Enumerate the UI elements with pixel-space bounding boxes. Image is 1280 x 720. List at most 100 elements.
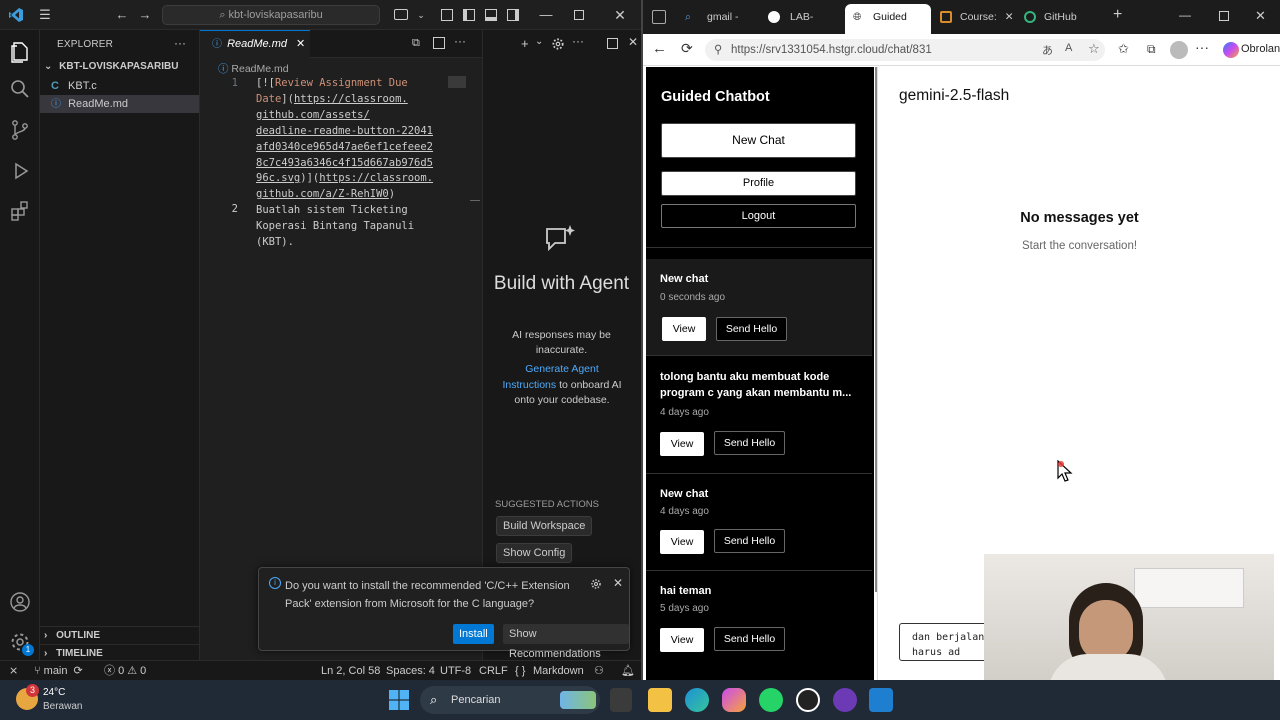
close-panel-icon[interactable]: ✕ [628, 35, 638, 49]
taskbar-search[interactable]: ⌕ Pencarian [420, 686, 600, 714]
favorite-star-icon[interactable]: ☆ [1088, 41, 1100, 57]
account-icon[interactable] [8, 590, 32, 614]
forward-arrow-icon[interactable]: → [137, 7, 153, 23]
folder-row[interactable]: ⌄ KBT-LOVISKAPASARIBU [40, 58, 199, 76]
conversation-item[interactable]: New chat 4 days ago View Send Hello [646, 474, 872, 572]
breadcrumb[interactable]: ⓘ ReadMe.md [218, 61, 289, 76]
tab-guided-chatbot[interactable]: 🌐︎ Guided C✕ [845, 4, 931, 49]
extensions-icon[interactable] [8, 199, 32, 223]
minimize-icon[interactable]: — [1179, 8, 1191, 22]
language-mode[interactable]: Markdown [533, 664, 584, 678]
close-icon[interactable]: ✕ [1255, 8, 1266, 24]
translate-icon[interactable]: あ [1042, 42, 1053, 58]
back-arrow-icon[interactable]: ← [114, 7, 130, 23]
copilot-label[interactable]: Obrolan [1241, 43, 1280, 55]
view-button[interactable]: View [660, 628, 704, 652]
remote-icon[interactable]: ⨯ [9, 664, 18, 678]
toggle-panel-icon[interactable] [485, 9, 497, 21]
chevron-down-icon[interactable]: ⌄ [535, 36, 543, 47]
cursor-position[interactable]: Ln 2, Col 58 [321, 664, 380, 678]
whatsapp-icon[interactable] [759, 688, 783, 712]
show-recommendations-button[interactable]: Show Recommendations [503, 624, 629, 660]
show-config-button[interactable]: Show Config [496, 543, 573, 563]
file-explorer-icon[interactable] [648, 688, 672, 712]
send-hello-button[interactable]: Send Hello [716, 317, 787, 341]
copilot-icon[interactable] [394, 9, 408, 20]
favorites-icon[interactable]: ✩ [1118, 41, 1129, 57]
file-row-readme[interactable]: ⓘ ReadMe.md [40, 95, 199, 113]
chatgpt-icon[interactable] [796, 688, 820, 712]
new-chat-button[interactable]: New Chat [661, 123, 856, 158]
code-line-2[interactable]: Buatlah sistem Ticketing Koperasi Bintan… [256, 203, 414, 251]
tab-github-lab[interactable]: LAB-TAS✕ [762, 5, 844, 47]
close-tab-icon[interactable]: ✕ [296, 38, 305, 50]
indentation[interactable]: Spaces: 4 [386, 664, 435, 678]
maximize-icon[interactable] [574, 10, 584, 20]
maximize-icon[interactable] [1219, 11, 1229, 21]
file-row-kbt-c[interactable]: C KBT.c [40, 77, 199, 95]
view-button[interactable]: View [660, 530, 704, 554]
run-debug-icon[interactable] [8, 159, 32, 183]
view-button[interactable]: View [660, 432, 704, 456]
profile-avatar[interactable] [1170, 41, 1188, 59]
minimap[interactable] [448, 76, 466, 88]
copilot-icon[interactable] [722, 688, 746, 712]
close-icon[interactable]: ✕ [612, 7, 628, 23]
tab-readme[interactable]: ⓘ ReadMe.md ✕ [200, 30, 310, 58]
code-line-1[interactable]: [![Review Assignment Due Date](https://c… [256, 76, 433, 203]
encoding[interactable]: UTF-8 [440, 664, 471, 678]
temperature[interactable]: 24°C [43, 687, 65, 698]
collections-icon[interactable]: ⧉ [1147, 42, 1156, 57]
source-control-icon[interactable] [8, 118, 32, 142]
edge-icon[interactable] [685, 688, 709, 712]
more-actions-icon[interactable]: ··· [454, 34, 466, 48]
copilot-status-icon[interactable]: ⚇ [594, 664, 604, 678]
minimize-icon[interactable]: — [538, 7, 554, 23]
tab-actions-icon[interactable] [652, 10, 666, 24]
new-tab-plus-icon[interactable]: + [1113, 6, 1122, 24]
close-notification-icon[interactable]: ✕ [613, 576, 623, 590]
menu-icon[interactable]: ☰ [37, 7, 53, 23]
new-chat-plus-icon[interactable]: + [521, 36, 529, 51]
problems-status[interactable]: ⓧ 0 ⚠ 0 [104, 664, 146, 678]
toggle-secondary-sidebar-icon[interactable] [507, 9, 519, 21]
gear-icon[interactable] [551, 37, 565, 51]
more-menu-icon[interactable]: ··· [1195, 39, 1209, 55]
send-hello-button[interactable]: Send Hello [714, 431, 785, 455]
branch-status[interactable]: ⑂ main ⟳ [34, 664, 83, 678]
send-hello-button[interactable]: Send Hello [714, 627, 785, 651]
layout-icon[interactable] [441, 9, 453, 21]
chevron-down-icon[interactable]: ⌄ [413, 7, 429, 23]
tab-github-copilot[interactable]: GitHub C✕ [1016, 5, 1098, 47]
bell-icon[interactable]: 🔔︎ [621, 664, 635, 678]
tab-course[interactable]: Course: ✕ [932, 5, 1014, 29]
split-editor-icon[interactable] [433, 37, 445, 49]
weather-condition[interactable]: Berawan [43, 701, 82, 712]
reload-icon[interactable]: ⟳ [681, 40, 693, 57]
app-icon[interactable] [833, 688, 857, 712]
vscode-taskbar-icon[interactable] [869, 688, 893, 712]
conversation-item[interactable]: tolong bantu aku membuat kode program c … [646, 356, 872, 474]
search-icon[interactable] [8, 77, 32, 101]
back-arrow-icon[interactable]: ← [652, 40, 667, 57]
read-aloud-icon[interactable]: A [1065, 42, 1072, 54]
close-tab-icon[interactable]: ✕ [1005, 11, 1014, 23]
task-view-icon[interactable] [610, 688, 632, 712]
line-ending[interactable]: CRLF [479, 664, 508, 678]
install-button[interactable]: Install [453, 624, 494, 644]
tab-gmail[interactable]: ⌕ gmail - M✕ [679, 5, 757, 47]
logout-button[interactable]: Logout [661, 204, 856, 228]
open-preview-icon[interactable]: ⧉ [412, 37, 420, 50]
gear-icon[interactable] [590, 578, 602, 590]
build-workspace-button[interactable]: Build Workspace [496, 516, 593, 536]
conversation-item[interactable]: New chat 0 seconds ago View Send Hello [646, 259, 872, 355]
conversation-item[interactable]: hai teman 5 days ago View Send Hello [646, 571, 872, 669]
send-hello-button[interactable]: Send Hello [714, 529, 785, 553]
maximize-panel-icon[interactable] [607, 38, 618, 49]
view-button[interactable]: View [662, 317, 706, 341]
windows-start-icon[interactable] [389, 690, 409, 710]
more-actions-icon[interactable]: ··· [174, 36, 186, 50]
explorer-icon[interactable] [8, 40, 32, 64]
command-center-search[interactable]: ⌕ kbt-loviskapasaribu [162, 5, 380, 25]
more-actions-icon[interactable]: ··· [572, 34, 584, 48]
